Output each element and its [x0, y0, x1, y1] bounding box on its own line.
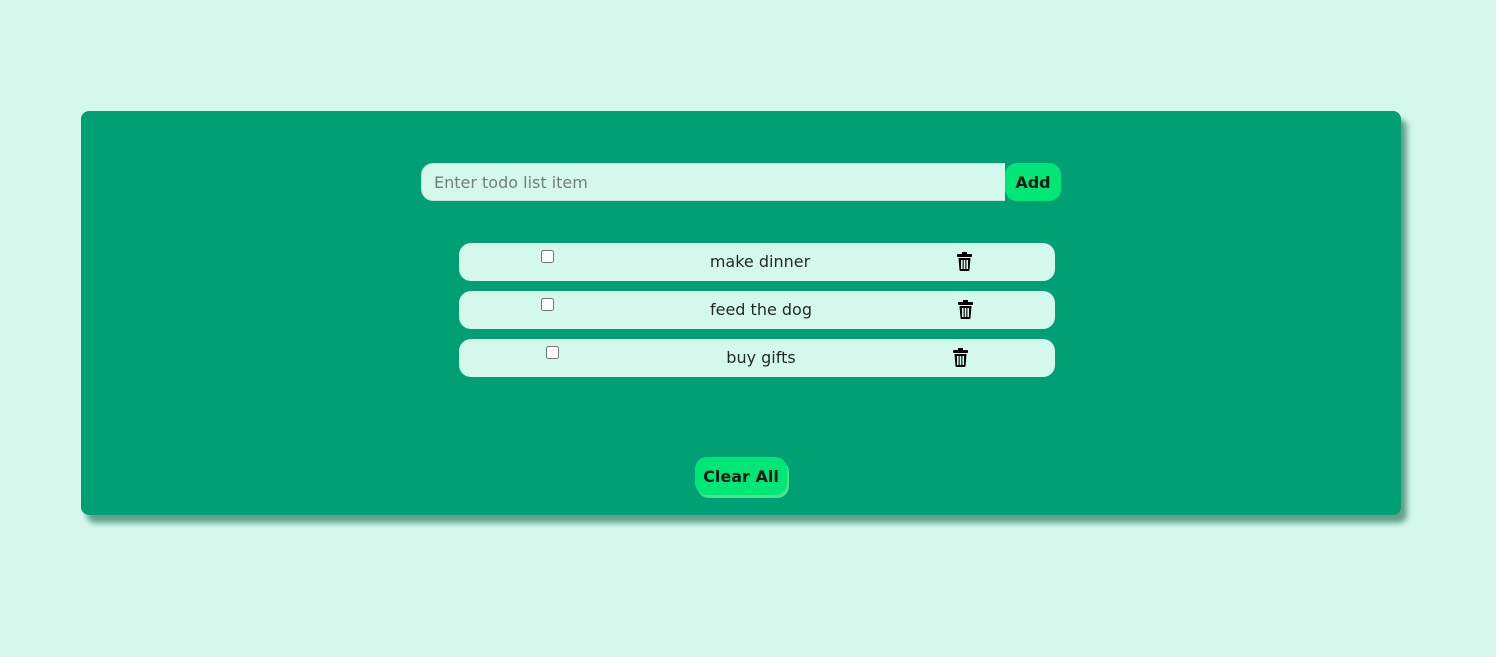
todo-item: buy gifts — [459, 339, 1055, 377]
todo-item: feed the dog — [459, 291, 1055, 329]
todo-item: make dinner — [459, 243, 1055, 281]
add-button[interactable]: Add — [1005, 163, 1061, 201]
todo-card: Add make dinner feed the dog — [81, 111, 1401, 515]
trash-icon[interactable] — [953, 348, 968, 367]
add-todo-form: Add — [421, 163, 1061, 201]
todo-input[interactable] — [421, 163, 1005, 201]
trash-icon[interactable] — [958, 300, 973, 319]
todo-list: make dinner feed the dog buy gifts — [459, 243, 1055, 387]
trash-icon[interactable] — [957, 252, 972, 271]
clear-all-button[interactable]: Clear All — [695, 457, 787, 495]
